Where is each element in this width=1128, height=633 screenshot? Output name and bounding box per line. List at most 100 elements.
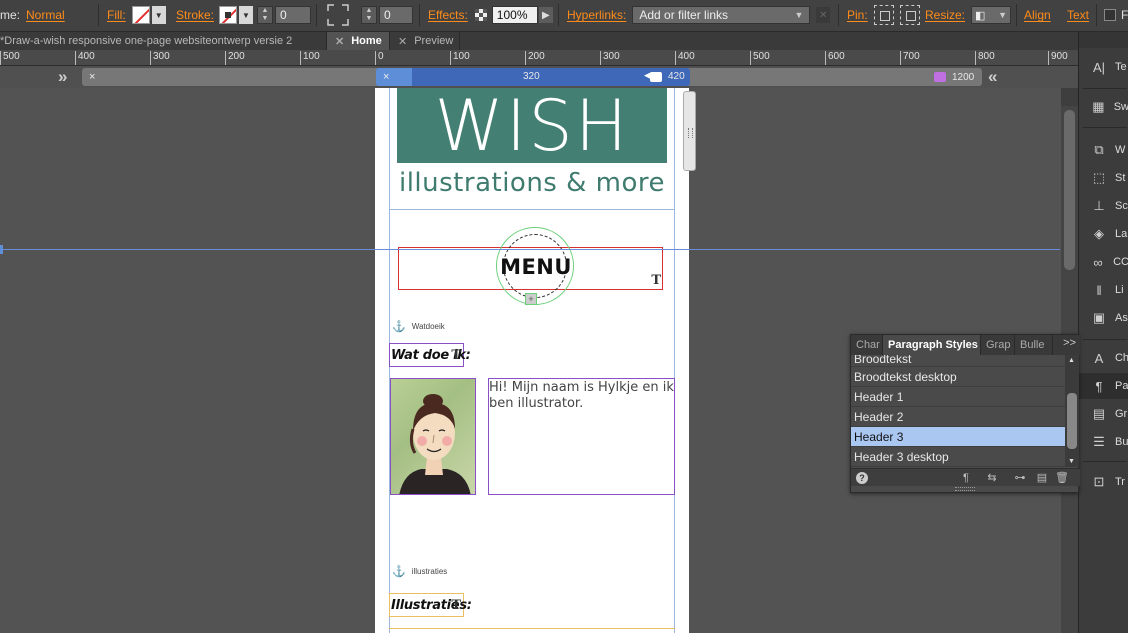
text-label[interactable]: Text: [1067, 8, 1089, 22]
close-icon[interactable]: ✕: [398, 35, 407, 48]
redefine-style-icon[interactable]: ⇆: [985, 471, 999, 485]
dock-item-library[interactable]: ‖ Li: [1079, 277, 1128, 303]
breakpoint-marker-icon[interactable]: [650, 72, 662, 82]
logo-block[interactable]: WISH: [397, 88, 667, 163]
double-chevron-left-icon[interactable]: «: [988, 67, 997, 87]
breakpoint-marker-icon[interactable]: [934, 72, 946, 82]
anchor-watdoeik[interactable]: ⚓ Watdoeik: [392, 320, 445, 333]
style-item[interactable]: Header 3 desktop: [851, 447, 1065, 467]
trash-icon[interactable]: 🗑: [1055, 471, 1069, 485]
styles-list[interactable]: Broodtekst Broodtekst desktop Header 1 H…: [851, 355, 1065, 467]
stroke-dropdown-icon[interactable]: ▼: [239, 6, 254, 24]
clear-overrides-icon[interactable]: ¶: [959, 471, 973, 485]
pin-browser-icon[interactable]: [899, 5, 920, 25]
corner-radius-stepper[interactable]: ▲ ▼: [361, 6, 377, 24]
hyperlinks-select[interactable]: Add or filter links ▼: [632, 6, 811, 24]
logo-tagline[interactable]: illustrations & more: [397, 168, 667, 198]
corner-radius-field[interactable]: 0: [379, 6, 413, 24]
stroke-weight-field[interactable]: 0: [275, 6, 311, 24]
anchor-icon: ⚓: [392, 566, 406, 578]
hyperlinks-label[interactable]: Hyperlinks:: [567, 8, 626, 22]
dock-item-text[interactable]: A| Te: [1079, 54, 1128, 80]
fill-label[interactable]: Fill:: [107, 8, 126, 22]
heading-illustraties[interactable]: Illustraties: T: [389, 593, 472, 617]
close-icon[interactable]: ×: [89, 71, 95, 83]
effects-label[interactable]: Effects:: [428, 8, 468, 22]
tab-graphic-styles[interactable]: Grap: [981, 335, 1015, 355]
tab-character[interactable]: Char: [851, 335, 883, 355]
style-item[interactable]: Broodtekst: [851, 355, 1065, 367]
heading-wat-doe-ik[interactable]: Wat doe ik: T: [389, 343, 471, 367]
scrollbar-thumb[interactable]: [1067, 393, 1077, 449]
active-breakpoint-segment[interactable]: × 320 ◀ 420: [376, 68, 690, 86]
close-icon[interactable]: ✕: [335, 35, 344, 48]
scrollbar-thumb[interactable]: [1064, 110, 1075, 270]
dock-item-bullets[interactable]: ☰ Bu: [1079, 429, 1128, 455]
scroll-up-icon[interactable]: ▲: [1068, 357, 1075, 364]
style-item[interactable]: Header 1: [851, 387, 1065, 407]
fill-swatch[interactable]: [131, 6, 150, 24]
horizontal-ruler[interactable]: 500 400 300 200 100 0 100 200 300 400 50…: [0, 50, 1078, 66]
opacity-field[interactable]: 100%: [491, 6, 538, 24]
bullets-icon: ☰: [1093, 434, 1105, 449]
pin-label[interactable]: Pin:: [847, 8, 868, 22]
dock-item-cc[interactable]: ∞ CC: [1079, 249, 1128, 275]
anchor-icon: ⚓: [392, 321, 406, 333]
stroke-swatch[interactable]: [219, 6, 238, 24]
break-link-icon[interactable]: ⊶: [1013, 471, 1027, 485]
style-item-selected[interactable]: Header 3: [851, 427, 1065, 447]
double-chevron-right-icon[interactable]: »: [58, 67, 67, 87]
clear-link-icon[interactable]: ✕: [816, 7, 831, 23]
tab-bullets[interactable]: Bulle: [1015, 335, 1053, 355]
dock-item-label: Ch: [1114, 352, 1128, 364]
dock-item-assets[interactable]: ▣ As: [1079, 305, 1128, 331]
stroke-weight-stepper[interactable]: ▲ ▼: [257, 6, 273, 24]
scroll-down-icon[interactable]: ▼: [1068, 458, 1075, 465]
opacity-arrow-icon[interactable]: ▶: [538, 7, 553, 23]
intro-text-frame[interactable]: Hi! Mijn naam is Hylkje en ik ben illust…: [488, 378, 675, 495]
resize-label[interactable]: Resize:: [925, 8, 965, 22]
graphic-styles-icon: ▤: [1092, 406, 1106, 421]
dock-item-scroll[interactable]: ⊥ Sc: [1079, 193, 1128, 219]
corner-options-icon[interactable]: [327, 4, 349, 26]
extra-checkbox[interactable]: [1104, 9, 1116, 21]
stroke-label[interactable]: Stroke:: [176, 8, 214, 22]
dock-item-character[interactable]: A Ch: [1079, 345, 1128, 371]
anchor-illustraties[interactable]: ⚓ illustraties: [392, 565, 447, 578]
resize-handle-icon[interactable]: +: [525, 293, 537, 305]
tab-home[interactable]: ✕ Home: [327, 32, 390, 50]
pin-page-icon[interactable]: [873, 5, 894, 25]
widgets-icon: ⧉: [1094, 142, 1104, 157]
dock-item-states[interactable]: ⬚ St: [1079, 165, 1128, 191]
portrait-image[interactable]: [390, 378, 476, 495]
dock-item-swatches[interactable]: ▦ Sw: [1079, 94, 1128, 120]
separator: [1083, 339, 1127, 340]
styles-scrollbar[interactable]: ▲ ▼: [1065, 355, 1079, 467]
new-style-icon[interactable]: ▤: [1035, 471, 1049, 485]
page-height-handle[interactable]: [683, 91, 696, 171]
close-icon[interactable]: ×: [383, 71, 389, 83]
horizontal-guide[interactable]: [0, 245, 1060, 254]
tab-paragraph-styles[interactable]: Paragraph Styles: [883, 335, 981, 355]
dock-item-layers[interactable]: ◈ La: [1079, 221, 1128, 247]
tab-home-label: Home: [351, 35, 382, 47]
style-item[interactable]: Broodtekst desktop: [851, 367, 1065, 387]
panel-menu-icon[interactable]: >>: [1063, 337, 1076, 349]
dock-item-widgets[interactable]: ⧉ W: [1079, 137, 1128, 163]
help-icon[interactable]: ?: [856, 472, 868, 484]
style-item[interactable]: Header 2: [851, 407, 1065, 427]
blend-mode-dropdown[interactable]: Normal: [26, 8, 65, 22]
effects-checker-icon[interactable]: [474, 4, 488, 26]
panel-resize-grip[interactable]: [955, 487, 975, 491]
fill-dropdown-icon[interactable]: ▼: [151, 6, 166, 24]
character-icon: A: [1094, 350, 1104, 366]
dock-item-transform[interactable]: ⊡ Tr: [1079, 469, 1128, 495]
align-label[interactable]: Align: [1024, 8, 1051, 22]
ruler-tick: 200: [225, 51, 245, 65]
tab-preview[interactable]: ✕ Preview: [390, 32, 460, 50]
tab-document[interactable]: *Draw-a-wish responsive one-page website…: [0, 32, 327, 50]
dock-item-paragraph-styles[interactable]: ¶ Pa: [1079, 373, 1128, 399]
page-artboard[interactable]: WISH illustrations & more T MENU + ⚓ Wat…: [375, 88, 689, 633]
dock-item-graphic-styles[interactable]: ▤ Gr: [1079, 401, 1128, 427]
resize-select[interactable]: ◧ ▼: [971, 6, 1012, 24]
